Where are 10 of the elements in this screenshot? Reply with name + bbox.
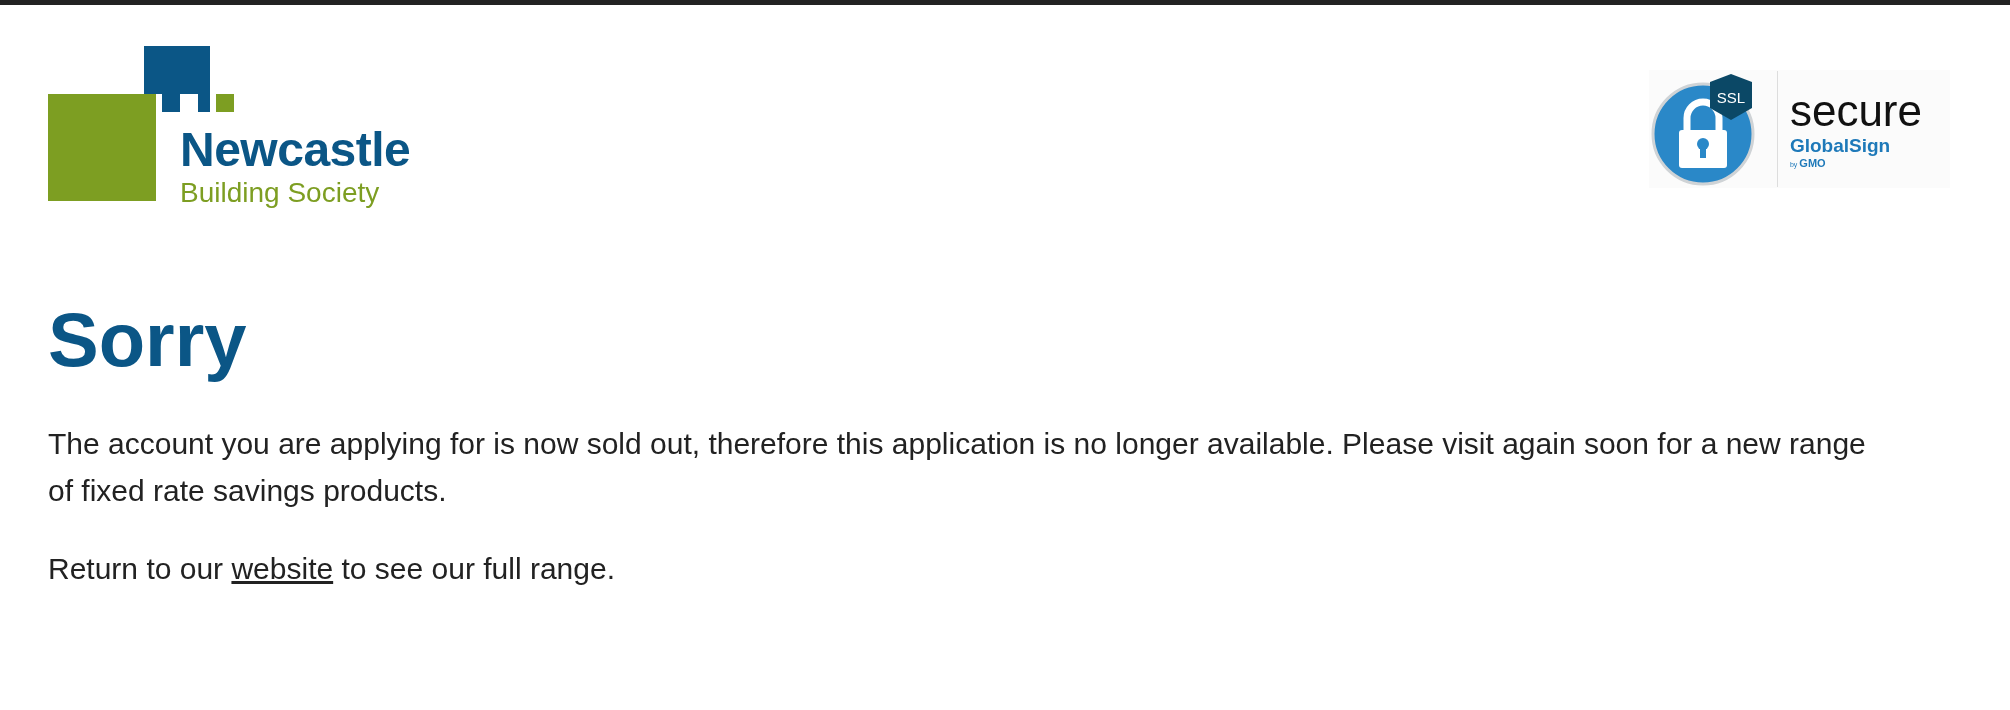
logo-subtitle: Building Society — [180, 178, 381, 209]
ssl-label: SSL — [1716, 89, 1746, 106]
secure-label: secure — [1789, 89, 1922, 133]
brand-label: GlobalSign — [1789, 135, 1892, 157]
hexagon-icon — [1709, 74, 1752, 120]
return-text: Return to our website to see our full range. — [48, 551, 616, 587]
logo-name: Newcastle — [180, 126, 411, 174]
website-link[interactable]: website — [231, 552, 334, 585]
message-text: The account you are applying for is now sold out, therefore this application is no longer available. Please visit again soon for a new range of fixed rate savings products. — [48, 426, 1867, 509]
maker-label: GMO — [1799, 157, 1826, 169]
